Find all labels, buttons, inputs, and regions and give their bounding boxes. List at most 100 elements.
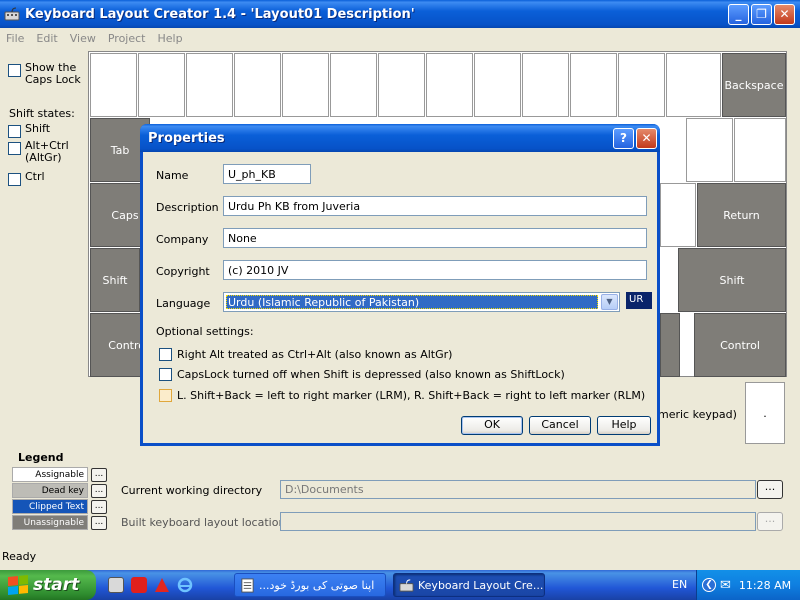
name-label: Name <box>156 169 189 182</box>
quicklaunch-app-icon[interactable] <box>108 577 124 593</box>
close-button[interactable]: ✕ <box>774 3 795 25</box>
restore-button[interactable]: ❐ <box>751 3 772 25</box>
quicklaunch-s-icon[interactable] <box>131 577 147 593</box>
document-icon <box>241 578 254 593</box>
legend-dead-key-swatch: Dead key <box>12 483 88 498</box>
key[interactable] <box>522 53 569 117</box>
name-field[interactable]: U_ph_KB <box>223 164 311 184</box>
start-button[interactable]: start <box>0 570 96 600</box>
key[interactable] <box>570 53 617 117</box>
lrm-rlm-setting[interactable]: L. Shift+Back = left to right marker (LR… <box>159 389 645 402</box>
dialog-close-button[interactable]: ✕ <box>636 127 657 149</box>
clock[interactable]: 11:28 AM <box>739 579 791 592</box>
internet-explorer-icon[interactable] <box>177 577 193 593</box>
quicklaunch-triangle-icon[interactable] <box>154 577 170 593</box>
copyright-label: Copyright <box>156 265 210 278</box>
shiftlock-setting[interactable]: CapsLock turned off when Shift is depres… <box>159 368 565 381</box>
key[interactable] <box>282 53 329 117</box>
taskbar-item-keyboard-layout-creator[interactable]: Keyboard Layout Cre... <box>393 573 545 597</box>
menu-view[interactable]: View <box>64 32 102 45</box>
cancel-button[interactable]: Cancel <box>529 416 591 435</box>
altgr-option[interactable]: Alt+Ctrl (AltGr) <box>8 140 75 164</box>
altgr-setting[interactable]: Right Alt treated as Ctrl+Alt (also know… <box>159 348 452 361</box>
key-return[interactable]: Return <box>697 183 786 247</box>
window-titlebar[interactable]: Keyboard Layout Creator 1.4 - 'Layout01 … <box>0 0 800 28</box>
shift-states-label: Shift states: <box>9 107 75 120</box>
windows-logo-icon <box>8 574 28 596</box>
company-label: Company <box>156 233 209 246</box>
lrm-rlm-setting-checkbox[interactable] <box>159 389 172 402</box>
key-control-right[interactable]: Control <box>694 313 786 377</box>
legend-title: Legend <box>18 451 64 464</box>
key[interactable] <box>618 53 665 117</box>
shift-checkbox[interactable] <box>8 125 21 138</box>
key[interactable] <box>474 53 521 117</box>
legend-dead-key: Dead key ... <box>12 483 108 498</box>
key[interactable] <box>734 118 786 182</box>
key-backspace[interactable]: Backspace <box>722 53 786 117</box>
lrm-rlm-setting-label: L. Shift+Back = left to right marker (LR… <box>177 389 646 402</box>
language-select[interactable]: Urdu (Islamic Republic of Pakistan) ▼ <box>223 292 620 312</box>
description-field[interactable]: Urdu Ph KB from Juveria <box>223 196 647 216</box>
shift-option[interactable]: Shift <box>8 123 50 138</box>
ok-button[interactable]: OK <box>461 416 523 435</box>
menu-project[interactable]: Project <box>102 32 152 45</box>
description-label: Description <box>156 201 219 214</box>
help-button[interactable]: Help <box>597 416 651 435</box>
input-language-indicator[interactable]: EN <box>672 578 687 591</box>
key[interactable] <box>666 53 721 117</box>
key-unassignable[interactable] <box>660 313 680 377</box>
minimize-button[interactable]: _ <box>728 3 749 25</box>
altgr-label: Alt+Ctrl (AltGr) <box>25 139 69 164</box>
altgr-checkbox[interactable] <box>8 142 21 155</box>
taskbar-item-urdu-document[interactable]: ...اپنا صوتی کی بورڈ خود <box>234 573 386 597</box>
shift-label: Shift <box>25 122 51 135</box>
key-shift-right[interactable]: Shift <box>678 248 786 312</box>
key-shift-left[interactable]: Shift <box>90 248 140 312</box>
key[interactable] <box>426 53 473 117</box>
show-caps-lock-label: Show the Caps Lock <box>25 61 81 86</box>
key[interactable] <box>90 53 137 117</box>
legend-dead-key-color-button[interactable]: ... <box>91 483 107 498</box>
properties-dialog-titlebar[interactable]: Properties ? ✕ <box>140 124 660 152</box>
show-caps-lock-option[interactable]: Show the Caps Lock <box>8 62 81 86</box>
key[interactable] <box>186 53 233 117</box>
window-title: Keyboard Layout Creator 1.4 - 'Layout01 … <box>25 6 415 22</box>
key[interactable] <box>686 118 733 182</box>
mail-icon[interactable]: ✉ <box>720 578 731 593</box>
company-field[interactable]: None <box>223 228 647 248</box>
keyboard-app-icon <box>4 7 20 21</box>
key[interactable] <box>138 53 185 117</box>
menu-file[interactable]: File <box>0 32 30 45</box>
working-directory-field[interactable]: D:\Documents <box>280 480 756 499</box>
numpad-dot-key[interactable]: . <box>745 382 785 444</box>
key[interactable] <box>378 53 425 117</box>
shiftlock-setting-checkbox[interactable] <box>159 368 172 381</box>
key[interactable] <box>234 53 281 117</box>
legend-assignable-color-button[interactable]: ... <box>91 467 107 482</box>
menu-help[interactable]: Help <box>151 32 188 45</box>
numeric-keypad-label: meric keypad) <box>658 408 737 421</box>
show-caps-lock-checkbox[interactable] <box>8 64 21 77</box>
shiftlock-setting-label: CapsLock turned off when Shift is depres… <box>177 368 565 381</box>
menu-edit[interactable]: Edit <box>30 32 63 45</box>
legend-clipped-text-color-button[interactable]: ... <box>91 499 107 514</box>
altgr-setting-label: Right Alt treated as Ctrl+Alt (also know… <box>177 348 453 361</box>
legend-unassignable-color-button[interactable]: ... <box>91 515 107 530</box>
working-directory-label: Current working directory <box>121 484 263 497</box>
working-directory-browse-button[interactable]: ... <box>757 480 783 499</box>
dialog-help-button[interactable]: ? <box>613 127 634 149</box>
system-tray: ❮ ✉ 11:28 AM <box>696 570 800 600</box>
copyright-field[interactable]: (c) 2010 JV <box>223 260 647 280</box>
ctrl-option[interactable]: Ctrl <box>8 171 45 186</box>
build-location-field[interactable] <box>280 512 756 531</box>
ctrl-checkbox[interactable] <box>8 173 21 186</box>
legend-assignable: Assignable ... <box>12 467 108 482</box>
tray-expand-icon[interactable]: ❮ <box>702 578 716 592</box>
language-code-badge: UR <box>626 292 652 309</box>
build-location-browse-button[interactable]: ... <box>757 512 783 531</box>
altgr-setting-checkbox[interactable] <box>159 348 172 361</box>
key[interactable] <box>660 183 696 247</box>
chevron-down-icon[interactable]: ▼ <box>601 294 618 310</box>
key[interactable] <box>330 53 377 117</box>
